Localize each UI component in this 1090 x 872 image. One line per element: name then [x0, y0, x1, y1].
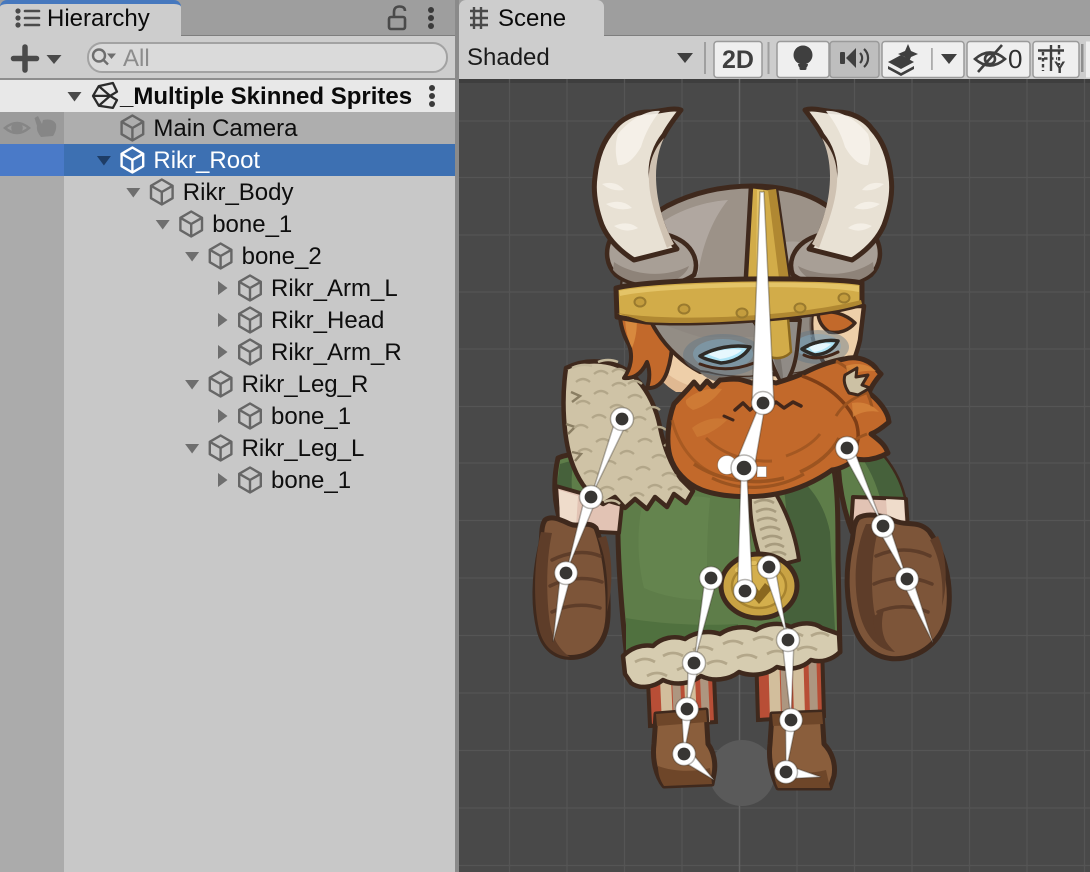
- svg-text:Rikr_Head: Rikr_Head: [271, 307, 384, 334]
- svg-text:Rikr_Body: Rikr_Body: [183, 179, 294, 206]
- svg-text:bone_1: bone_1: [271, 403, 351, 430]
- svg-text:Rikr_Leg_R: Rikr_Leg_R: [242, 371, 369, 398]
- svg-text:Rikr_Arm_L: Rikr_Arm_L: [271, 275, 398, 302]
- svg-text:All: All: [123, 45, 150, 72]
- svg-text:bone_2: bone_2: [242, 243, 322, 270]
- svg-text:Rikr_Arm_R: Rikr_Arm_R: [271, 339, 402, 366]
- svg-text:Rikr_Root: Rikr_Root: [153, 147, 260, 174]
- svg-text:Rikr_Leg_L: Rikr_Leg_L: [242, 435, 365, 462]
- svg-text:bone_1: bone_1: [271, 467, 351, 494]
- svg-text:_Multiple Skinned Sprites: _Multiple Skinned Sprites: [119, 83, 412, 110]
- svg-text:Main Camera: Main Camera: [153, 115, 298, 142]
- svg-text:0: 0: [1008, 44, 1022, 74]
- svg-text:2D: 2D: [722, 46, 754, 74]
- svg-text:bone_1: bone_1: [212, 211, 292, 238]
- svg-text:Y: Y: [1054, 58, 1066, 77]
